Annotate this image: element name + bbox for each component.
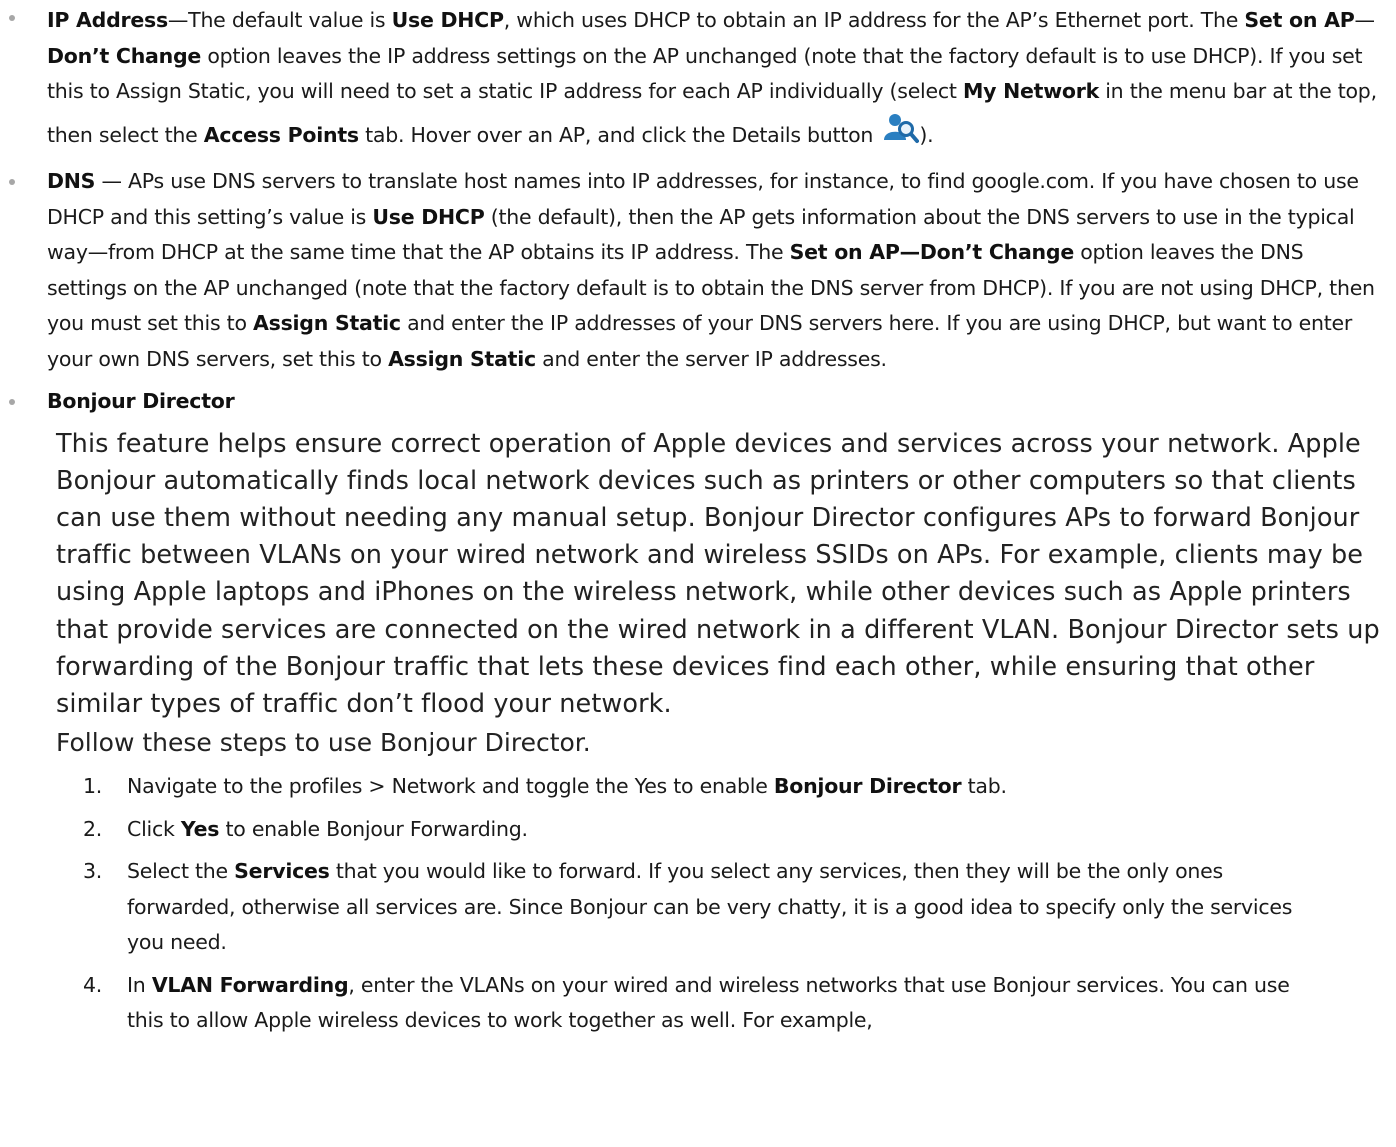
- dns-paragraph: DNS — APs use DNS servers to translate h…: [47, 164, 1386, 377]
- bold-run: Services: [234, 859, 330, 884]
- step-item: 1. Navigate to the profiles > Network and…: [47, 769, 1386, 805]
- text-run: —The default value is: [167, 8, 392, 32]
- bonjour-follow-steps: Follow these steps to use Bonjour Direct…: [56, 728, 591, 758]
- bullet-dns: DNS — APs use DNS servers to translate h…: [0, 164, 1396, 377]
- text-run: tab.: [961, 774, 1007, 799]
- text-run: In: [127, 972, 152, 997]
- details-user-search-icon: [883, 110, 920, 158]
- bold-run: Access Points: [203, 122, 359, 147]
- bullet-dot: [9, 15, 15, 21]
- bonjour-description: This feature helps ensure correct operat…: [56, 428, 1380, 719]
- bold-run: Assign Static: [253, 311, 401, 335]
- document-page: IP Address—The default value is Use DHCP…: [0, 0, 1396, 1147]
- step-number: 4.: [83, 972, 103, 997]
- step-item: 2. Click Yes to enable Bonjour Forwarding…: [47, 812, 1386, 848]
- bold-run: Set on AP—Don’t Change: [789, 240, 1075, 264]
- ip-address-paragraph: IP Address—The default value is Use DHCP…: [47, 3, 1386, 157]
- bonjour-steps-list: 1. Navigate to the profiles > Network and…: [47, 769, 1386, 1039]
- bold-run: Use DHCP: [372, 204, 485, 229]
- step-item: 3. Select the Services that you would lik…: [47, 854, 1386, 961]
- step-number: 3.: [83, 859, 103, 884]
- bold-run: Use DHCP: [391, 8, 504, 32]
- bullet-dot: [9, 399, 15, 405]
- bonjour-term: Bonjour Director: [47, 389, 235, 413]
- text-run: , which uses DHCP to obtain an IP addres…: [503, 8, 1245, 32]
- ip-address-term: IP Address: [47, 8, 168, 32]
- text-run: to enable Bonjour Forwarding.: [219, 816, 528, 841]
- bold-run: My Network: [962, 79, 1099, 103]
- bold-run: Yes: [180, 816, 220, 841]
- text-run: Select the: [127, 859, 235, 884]
- step-item: 4. In VLAN Forwarding, enter the VLANs on…: [47, 968, 1386, 1039]
- bold-run: Bonjour Director: [773, 774, 962, 799]
- text-run: tab. Hover over an AP, and click the Det…: [358, 122, 880, 147]
- bullet-bonjour-director: Bonjour Director This feature helps ensu…: [0, 384, 1396, 1039]
- step-number: 2.: [83, 816, 103, 841]
- bold-run: Assign Static: [388, 346, 536, 371]
- step-number: 1.: [83, 774, 103, 799]
- bold-run: Don’t Change: [47, 43, 202, 68]
- settings-bullet-list: IP Address—The default value is Use DHCP…: [0, 0, 1396, 1046]
- text-run: —: [1354, 8, 1375, 32]
- text-run: ).: [919, 122, 934, 147]
- bold-run: VLAN Forwarding: [151, 972, 349, 997]
- text-run: Navigate to the profiles > Network and t…: [127, 774, 774, 799]
- bullet-dot: [9, 179, 15, 185]
- bonjour-heading: Bonjour Director: [47, 384, 1386, 420]
- bold-run: Set on AP: [1244, 8, 1355, 32]
- text-run: and enter the server IP addresses.: [535, 346, 887, 371]
- dns-term: DNS: [47, 169, 96, 193]
- text-run: Click: [127, 816, 181, 841]
- bullet-ip-address: IP Address—The default value is Use DHCP…: [0, 0, 1396, 157]
